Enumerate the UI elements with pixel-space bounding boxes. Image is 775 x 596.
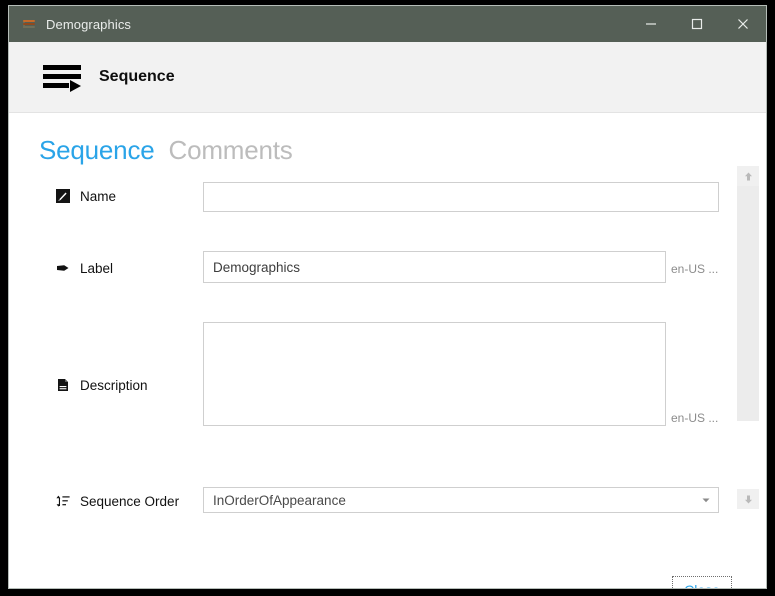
field-row-description: Description en-US ... <box>9 304 727 471</box>
name-input[interactable] <box>203 182 719 212</box>
scroll-up-button[interactable] <box>737 166 759 186</box>
minimize-button[interactable] <box>628 6 674 42</box>
field-label-description: Description <box>55 377 148 393</box>
vertical-scrollbar[interactable] <box>737 166 759 509</box>
description-textarea[interactable] <box>203 322 666 426</box>
pencil-square-icon <box>55 188 71 204</box>
sequence-order-combobox[interactable]: InOrderOfAppearance <box>203 487 719 513</box>
chevron-down-icon[interactable] <box>694 495 718 505</box>
label-input[interactable] <box>203 251 666 283</box>
close-window-button[interactable] <box>720 6 766 42</box>
maximize-button[interactable] <box>674 6 720 42</box>
title-bar[interactable]: Demographics <box>9 6 766 42</box>
field-label-label: Label <box>55 260 113 276</box>
close-button[interactable]: Close <box>672 576 732 588</box>
field-row-label: Label en-US ... <box>9 232 727 304</box>
window-controls <box>628 6 766 42</box>
tag-icon <box>55 260 71 276</box>
label-locale-text[interactable]: en-US ... <box>671 262 718 276</box>
sequence-play-icon <box>43 61 83 93</box>
field-label-sequence-order: Sequence Order <box>55 493 179 509</box>
window-title: Demographics <box>46 16 132 32</box>
form-fields: Name Label en-US ... <box>9 166 727 565</box>
scrollbar-track[interactable] <box>737 186 759 509</box>
arrow-down-icon <box>744 495 752 503</box>
document-stack-icon <box>21 16 37 32</box>
page-title: Sequence <box>99 68 175 85</box>
field-row-sequence-order: Sequence Order InOrderOfAppearance <box>9 471 727 537</box>
tab-sequence[interactable]: Sequence <box>39 135 155 166</box>
page-header: Sequence <box>9 42 766 113</box>
field-label-text-label: Label <box>80 260 114 276</box>
tab-bar: Sequence Comments <box>9 113 766 166</box>
field-label-text-sequence-order: Sequence Order <box>80 493 180 509</box>
description-locale-text[interactable]: en-US ... <box>671 411 718 425</box>
document-lines-icon <box>55 377 71 393</box>
field-row-name: Name <box>9 166 727 232</box>
tab-comments[interactable]: Comments <box>169 135 293 166</box>
scroll-down-button[interactable] <box>737 489 759 509</box>
sequence-order-value: InOrderOfAppearance <box>213 492 346 508</box>
field-label-text-name: Name <box>80 188 117 204</box>
sort-order-icon <box>55 493 71 509</box>
arrow-up-icon <box>744 172 752 180</box>
field-label-text-description: Description <box>80 377 148 393</box>
dialog-footer: Close <box>9 565 766 588</box>
field-label-name: Name <box>55 188 116 204</box>
scrollbar-thumb[interactable] <box>737 186 759 421</box>
application-window: Demographics Sequence Sequence Comments … <box>8 5 767 589</box>
form-scroll-area: Name Label en-US ... <box>9 166 766 565</box>
